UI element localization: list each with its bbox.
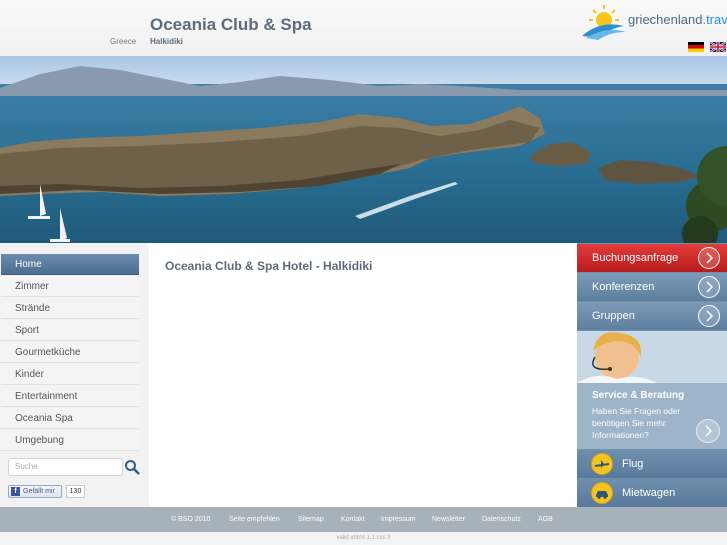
nav-item-zimmer[interactable]: Zimmer: [1, 276, 139, 297]
booking-label: Buchungsanfrage: [592, 252, 679, 264]
footer-link-privacy[interactable]: Datenschutz: [482, 516, 521, 523]
conferences-button[interactable]: Konferenzen: [577, 273, 727, 301]
hero-coast-image: [0, 56, 727, 243]
griechenland-travel-logo[interactable]: griechenland.travel: [580, 2, 727, 40]
logo-name: griechenland: [628, 12, 703, 27]
service-title: Service & Beratung: [592, 390, 685, 401]
nav-item-kinder[interactable]: Kinder: [1, 364, 139, 385]
nav-item-straende[interactable]: Strände: [1, 298, 139, 319]
like-label: Gefällt mir: [23, 488, 55, 495]
copyright-text: © BSO 2010: [171, 516, 211, 523]
header: Oceania Club & Spa Greece Halkidiki grie…: [0, 0, 727, 56]
chevron-right-icon[interactable]: [696, 419, 720, 443]
car-label: Mietwagen: [622, 487, 676, 499]
content-heading: Oceania Club & Spa Hotel - Halkidiki: [165, 259, 373, 273]
english-flag-icon[interactable]: [710, 42, 726, 52]
groups-button[interactable]: Gruppen: [577, 302, 727, 330]
car-icon: [591, 482, 613, 504]
flight-link[interactable]: Flug: [577, 450, 727, 478]
footer-link-sitemap[interactable]: Sitemap: [298, 516, 324, 523]
nav-item-oceania-spa[interactable]: Oceania Spa: [1, 408, 139, 429]
nav-item-gourmetkueche[interactable]: Gourmetküche: [1, 342, 139, 363]
service-consulting-box[interactable]: Service & Beratung Haben Sie Fragen oder…: [577, 331, 727, 449]
page: Oceania Club & Spa Greece Halkidiki grie…: [0, 0, 727, 545]
chevron-right-icon: [698, 276, 720, 298]
validation-note: valid xhtml 1.1 css 3: [0, 532, 727, 545]
like-count: 130: [66, 485, 85, 498]
breadcrumb-country[interactable]: Greece: [110, 37, 136, 46]
footer-link-recommend[interactable]: Seite empfehlen: [229, 516, 280, 523]
footer-link-newsletter[interactable]: Newsletter: [432, 516, 465, 523]
footer-link-imprint[interactable]: Impressum: [381, 516, 416, 523]
logo-text: griechenland.travel: [628, 12, 727, 27]
chevron-right-icon: [698, 247, 720, 269]
service-text: Haben Sie Fragen oder benötigen Sie mehr…: [592, 406, 681, 440]
facebook-like-button[interactable]: f Gefällt mir: [8, 485, 62, 498]
breadcrumb-region[interactable]: Halkidiki: [150, 37, 183, 46]
airplane-icon: [591, 453, 613, 475]
footer-link-contact[interactable]: Kontakt: [341, 516, 365, 523]
nav-item-sport[interactable]: Sport: [1, 320, 139, 341]
facebook-icon: f: [11, 487, 20, 496]
nav-item-entertainment[interactable]: Entertainment: [1, 386, 139, 407]
search-input[interactable]: Suche: [8, 458, 123, 476]
search-icon[interactable]: [124, 459, 140, 475]
groups-label: Gruppen: [592, 310, 635, 322]
nav-item-umgebung[interactable]: Umgebung: [1, 430, 139, 451]
booking-request-button[interactable]: Buchungsanfrage: [577, 244, 727, 272]
conferences-label: Konferenzen: [592, 281, 655, 293]
flight-label: Flug: [622, 458, 644, 470]
page-title: Oceania Club & Spa: [150, 15, 312, 34]
chevron-right-icon: [698, 305, 720, 327]
footer-link-terms[interactable]: AGB: [538, 516, 553, 523]
german-flag-icon[interactable]: [688, 42, 704, 52]
rental-car-link[interactable]: Mietwagen: [577, 479, 727, 507]
footer: © BSO 2010 Seite empfehlen Sitemap Konta…: [0, 507, 727, 532]
nav-item-home[interactable]: Home: [1, 254, 139, 275]
logo-tld: .travel: [702, 12, 727, 27]
